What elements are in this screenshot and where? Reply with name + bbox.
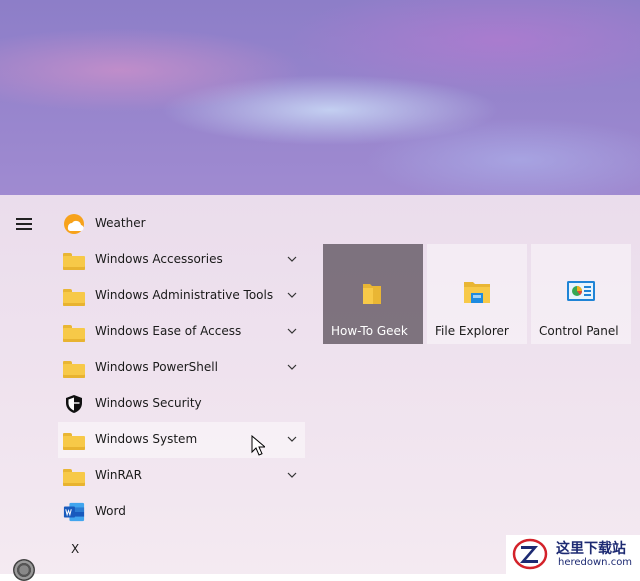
app-label: Windows PowerShell bbox=[95, 360, 218, 374]
tile-label: Control Panel bbox=[539, 324, 619, 338]
chevron-down-icon[interactable] bbox=[287, 327, 297, 335]
user-avatar[interactable] bbox=[13, 559, 35, 581]
app-item-windows-administrative-tools[interactable]: Windows Administrative Tools bbox=[58, 278, 305, 314]
folder-icon bbox=[63, 429, 85, 451]
app-item-winrar[interactable]: WinRAR bbox=[58, 458, 305, 494]
app-label: Windows Administrative Tools bbox=[95, 288, 274, 302]
tile-label: File Explorer bbox=[435, 324, 509, 338]
folder-icon bbox=[63, 357, 85, 379]
chevron-down-icon[interactable] bbox=[287, 363, 297, 371]
watermark-logo-icon bbox=[512, 538, 548, 570]
folder-icon bbox=[63, 321, 85, 343]
chevron-down-icon[interactable] bbox=[287, 255, 297, 263]
shield-icon bbox=[63, 393, 85, 415]
app-label: Windows System bbox=[95, 432, 198, 446]
folder-icon bbox=[63, 285, 85, 307]
tile-file-explorer[interactable]: File Explorer bbox=[427, 244, 527, 344]
app-item-windows-ease-of-access[interactable]: Windows Ease of Access bbox=[58, 314, 305, 350]
tile-label: How-To Geek bbox=[331, 324, 408, 338]
hamburger-menu-icon[interactable] bbox=[16, 218, 32, 230]
app-item-windows-security[interactable]: Windows Security bbox=[58, 386, 305, 422]
app-label: Windows Security bbox=[95, 396, 202, 410]
section-letter-header[interactable]: X bbox=[71, 542, 79, 556]
folder-icon bbox=[363, 284, 381, 304]
folder-icon bbox=[63, 465, 85, 487]
tile-how-to-geek[interactable]: How-To Geek bbox=[323, 244, 423, 344]
control-panel-icon bbox=[567, 281, 595, 301]
mouse-cursor-icon bbox=[251, 435, 265, 456]
app-list: Weather Windows Accessories Windows Admi… bbox=[58, 206, 305, 530]
app-label: Windows Ease of Access bbox=[95, 324, 242, 338]
app-item-weather[interactable]: Weather bbox=[58, 206, 305, 242]
app-label: Word bbox=[95, 504, 126, 518]
weather-icon bbox=[63, 213, 85, 235]
chevron-down-icon[interactable] bbox=[287, 471, 297, 479]
app-label: Weather bbox=[95, 216, 146, 230]
app-item-windows-system[interactable]: Windows System bbox=[58, 422, 305, 458]
tile-control-panel[interactable]: Control Panel bbox=[531, 244, 631, 344]
app-label: WinRAR bbox=[95, 468, 142, 482]
chevron-down-icon[interactable] bbox=[287, 435, 297, 443]
watermark-title: 这里下载站 bbox=[556, 541, 626, 557]
file-explorer-icon bbox=[464, 282, 490, 303]
app-item-windows-powershell[interactable]: Windows PowerShell bbox=[58, 350, 305, 386]
app-label: Windows Accessories bbox=[95, 252, 223, 266]
app-item-windows-accessories[interactable]: Windows Accessories bbox=[58, 242, 305, 278]
word-icon bbox=[63, 501, 85, 523]
watermark-url: heredown.com bbox=[558, 557, 633, 568]
folder-icon bbox=[63, 249, 85, 271]
app-item-word[interactable]: Word bbox=[58, 494, 305, 530]
watermark: 这里下载站 heredown.com bbox=[506, 535, 640, 574]
chevron-down-icon[interactable] bbox=[287, 291, 297, 299]
